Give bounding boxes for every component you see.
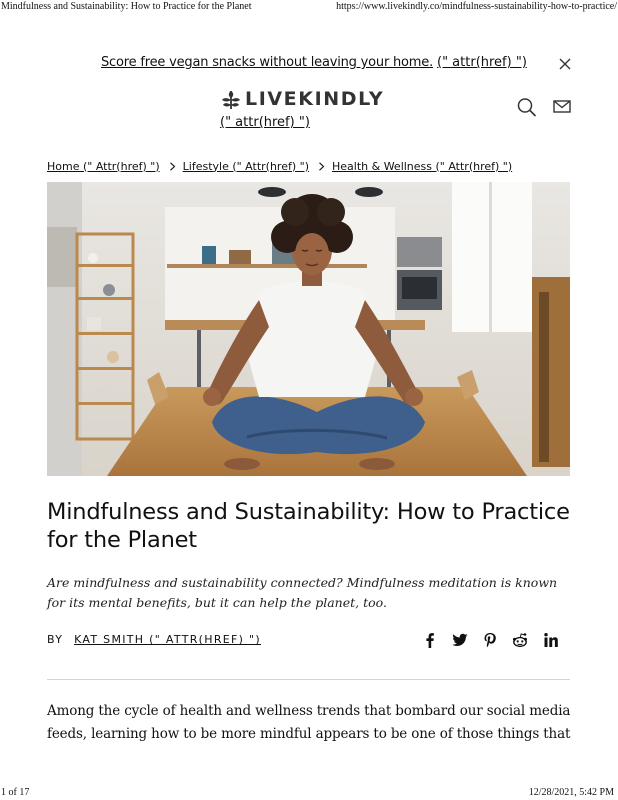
promo-link[interactable]: Score free vegan snacks without leaving … (101, 55, 433, 70)
print-page-title: Mindfulness and Sustainability: How to P… (1, 1, 252, 12)
facebook-icon[interactable] (422, 632, 438, 648)
search-icon[interactable] (516, 97, 538, 117)
print-footer: 1 of 17 12/28/2021, 5:42 PM (0, 786, 618, 800)
breadcrumb: Home (" Attr(href) ") Lifestyle (" Attr(… (47, 158, 512, 174)
chevron-right-icon (169, 161, 175, 171)
promo-href-text[interactable]: (" attr(href) ") (437, 55, 527, 70)
pinterest-icon[interactable] (482, 632, 498, 648)
site-logo[interactable]: LIVEKINDLY (221, 88, 384, 110)
byline: BY KAT SMITH (" ATTR(HREF) ") (47, 633, 261, 649)
article-title: Mindfulness and Sustainability: How to P… (47, 499, 570, 553)
twitter-icon[interactable] (452, 632, 468, 648)
linkedin-icon[interactable] (543, 632, 559, 648)
print-page-url: https://www.livekindly.co/mindfulness-su… (336, 1, 617, 12)
divider (47, 679, 570, 680)
page-number: 1 of 17 (1, 787, 30, 798)
breadcrumb-home[interactable]: Home (" Attr(href) ") (47, 160, 160, 173)
mail-icon[interactable] (552, 97, 574, 117)
close-icon[interactable] (558, 57, 572, 71)
hero-image (47, 182, 570, 476)
logo-wordmark: LIVEKINDLY (245, 88, 385, 110)
author-link[interactable]: KAT SMITH (" ATTR(HREF) ") (74, 633, 261, 646)
article-dek: Are mindfulness and sustainability conne… (47, 575, 558, 610)
image-info-icon[interactable]: i (14, 455, 17, 466)
promo-banner: Score free vegan snacks without leaving … (0, 54, 618, 74)
article-body: Among the cycle of health and wellness t… (47, 703, 571, 742)
breadcrumb-health-wellness[interactable]: Health & Wellness (" Attr(href) ") (332, 160, 512, 173)
reddit-icon[interactable] (512, 632, 528, 648)
logo-href-text[interactable]: (" attr(href) ") (220, 115, 310, 130)
print-datetime: 12/28/2021, 5:42 PM (528, 787, 614, 798)
chevron-right-icon (319, 161, 325, 171)
print-header: Mindfulness and Sustainability: How to P… (0, 0, 618, 14)
leaf-logo-icon (222, 91, 240, 109)
meditation-photo (47, 182, 570, 476)
byline-label: BY (47, 633, 64, 646)
breadcrumb-lifestyle[interactable]: Lifestyle (" Attr(href) ") (183, 160, 309, 173)
